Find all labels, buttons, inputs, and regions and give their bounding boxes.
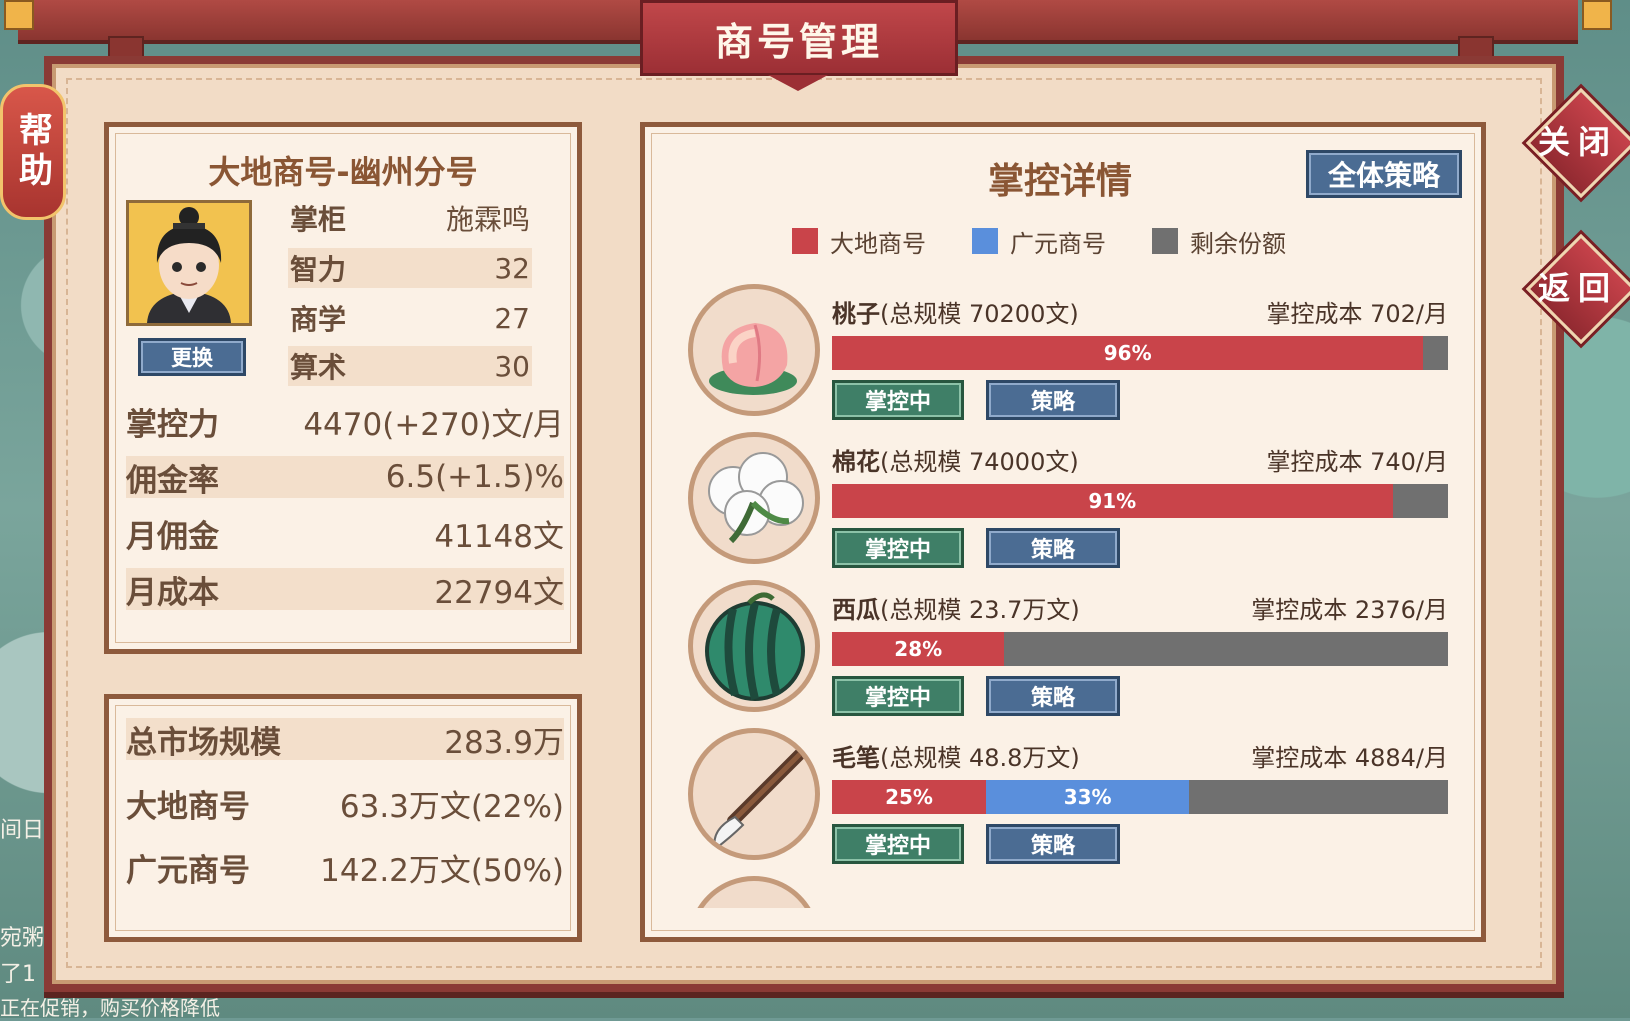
strategy-button[interactable]: 策略: [986, 380, 1120, 420]
item-cost: 掌控成本 740/月: [1266, 448, 1448, 476]
controlling-button[interactable]: 掌控中: [832, 380, 964, 420]
stat-value: 27: [494, 301, 530, 335]
strategy-button[interactable]: 策略: [986, 528, 1120, 568]
row-key: 月成本: [126, 574, 219, 611]
back-label: 返回: [1537, 269, 1618, 307]
row-value: 6.5(+1.5)%: [385, 459, 564, 495]
row-value: 22794文: [434, 574, 564, 611]
row-value: 41148文: [434, 518, 564, 555]
beam-cap-left: [4, 0, 34, 30]
stat-value: 32: [494, 251, 530, 285]
item-name: 毛笔(总规模 48.8万文): [832, 744, 1080, 772]
bg-text-1: 间日: [0, 818, 45, 843]
legend-dadi: 大地商号: [792, 226, 926, 258]
bg-text-4: 正在促销，购买价格降低: [0, 996, 220, 1020]
row-key: 佣金率: [126, 462, 219, 499]
control-details-title: 掌控详情: [988, 161, 1133, 202]
cotton-icon: [688, 432, 820, 564]
share-bar: 96%: [832, 336, 1448, 370]
legend-swatch: [972, 228, 998, 254]
dadi-share-segment: 91%: [832, 484, 1393, 518]
market-dadi-row: 大地商号 63.3万文(22%): [126, 782, 564, 825]
legend-swatch: [1152, 228, 1178, 254]
close-button[interactable]: 关闭: [1525, 87, 1630, 199]
stat-key: 智力: [290, 253, 347, 286]
manager-row: 掌柜 施霖鸣: [288, 198, 532, 238]
legend-remaining: 剩余份额: [1152, 226, 1286, 258]
row-value: 142.2万文(50%): [320, 852, 564, 889]
legend-label: 剩余份额: [1190, 229, 1286, 258]
control-power-row: 掌控力 4470(+270)文/月: [126, 400, 564, 443]
dadi-share-segment: 25%: [832, 780, 986, 814]
controlling-button[interactable]: 掌控中: [832, 676, 964, 716]
share-bar: 91%: [832, 484, 1448, 518]
row-value: 283.9万: [444, 724, 564, 761]
row-key: 广元商号: [126, 852, 250, 889]
legend-label: 广元商号: [1010, 229, 1106, 258]
list-item-brush: 毛笔(总规模 48.8万文) 掌控成本 4884/月 25% 33% 掌控中 策…: [688, 728, 1448, 868]
item-icon-partial: [688, 876, 820, 908]
manager-key: 掌柜: [290, 203, 347, 236]
list-item-watermelon: 西瓜(总规模 23.7万文) 掌控成本 2376/月 28% 掌控中 策略: [688, 580, 1448, 720]
row-key: 大地商号: [126, 788, 250, 825]
share-bar: 25% 33%: [832, 780, 1448, 814]
title-banner: 商号管理: [640, 0, 958, 91]
stat-row-commerce: 商学 27: [288, 298, 532, 338]
list-item-cotton: 棉花(总规模 74000文) 掌控成本 740/月 91% 掌控中 策略: [688, 432, 1448, 572]
manager-name: 施霖鸣: [445, 203, 530, 236]
monthly-cost-row: 月成本 22794文: [126, 568, 564, 611]
row-value: 4470(+270)文/月: [303, 406, 564, 443]
legend-guangyuan: 广元商号: [972, 226, 1106, 258]
shop-name: 大地商号-幽州分号: [208, 153, 478, 191]
help-button[interactable]: 帮助: [0, 84, 66, 220]
manager-portrait: [126, 200, 252, 326]
back-button[interactable]: 返回: [1525, 233, 1630, 345]
stat-key: 算术: [290, 351, 347, 384]
list-item-partial: [688, 876, 1448, 908]
bg-text-3: 了1: [0, 962, 36, 987]
peach-icon: [688, 284, 820, 416]
commission-rate-row: 佣金率 6.5(+1.5)%: [126, 456, 564, 499]
strategy-button[interactable]: 策略: [986, 676, 1120, 716]
legend-label: 大地商号: [830, 229, 926, 258]
stat-key: 商学: [290, 303, 347, 336]
item-name: 桃子(总规模 70200文): [832, 300, 1079, 328]
row-key: 月佣金: [126, 518, 219, 555]
item-cost: 掌控成本 4884/月: [1251, 744, 1448, 772]
share-bar: 28%: [832, 632, 1448, 666]
item-name: 西瓜(总规模 23.7万文): [832, 596, 1080, 624]
swap-manager-button[interactable]: 更换: [138, 338, 246, 376]
monthly-commission-row: 月佣金 41148文: [126, 512, 564, 555]
stat-row-arithmetic: 算术 30: [288, 346, 532, 386]
close-label: 关闭: [1537, 123, 1618, 161]
item-name: 棉花(总规模 74000文): [832, 448, 1079, 476]
stat-row-intelligence: 智力 32: [288, 248, 532, 288]
item-cost: 掌控成本 2376/月: [1251, 596, 1448, 624]
avatar-icon: [129, 203, 249, 323]
controlling-button[interactable]: 掌控中: [832, 528, 964, 568]
window-title: 商号管理: [714, 19, 883, 64]
controlling-button[interactable]: 掌控中: [832, 824, 964, 864]
list-item-peach: 桃子(总规模 70200文) 掌控成本 702/月 96% 掌控中 策略: [688, 284, 1448, 424]
watermelon-icon: [688, 580, 820, 712]
dadi-share-segment: 28%: [832, 632, 1005, 666]
guangyuan-share-segment: 33%: [986, 780, 1190, 814]
brush-icon: [688, 728, 820, 860]
item-list[interactable]: 桃子(总规模 70200文) 掌控成本 702/月 96% 掌控中 策略 棉花(…: [640, 268, 1480, 908]
row-key: 掌控力: [126, 406, 219, 443]
market-total-row: 总市场规模 283.9万: [126, 718, 564, 761]
market-guangyuan-row: 广元商号 142.2万文(50%): [126, 846, 564, 889]
beam-cap-right: [1582, 0, 1612, 30]
row-key: 总市场规模: [126, 724, 281, 761]
dadi-share-segment: 96%: [832, 336, 1424, 370]
item-cost: 掌控成本 702/月: [1266, 300, 1448, 328]
strategy-button[interactable]: 策略: [986, 824, 1120, 864]
legend-swatch: [792, 228, 818, 254]
row-value: 63.3万文(22%): [339, 788, 564, 825]
bg-text-2: 宛粥: [0, 926, 45, 951]
all-strategy-button[interactable]: 全体策略: [1306, 150, 1462, 198]
stat-value: 30: [494, 349, 530, 383]
